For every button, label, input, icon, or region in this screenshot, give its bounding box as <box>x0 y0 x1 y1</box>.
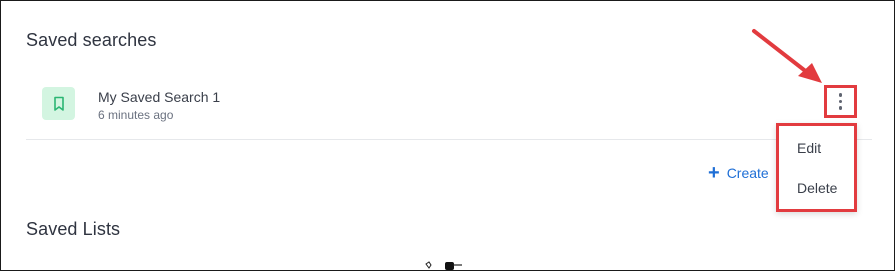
saved-search-row[interactable]: My Saved Search 1 6 minutes ago <box>26 81 872 140</box>
more-options-button[interactable] <box>824 85 857 118</box>
kebab-icon <box>838 93 843 110</box>
saved-searches-panel: Saved searches My Saved Search 1 6 minut… <box>0 0 895 271</box>
create-label: Create <box>726 165 769 181</box>
saved-lists-heading: Saved Lists <box>26 219 121 239</box>
bookmark-icon <box>42 87 75 120</box>
saved-search-name[interactable]: My Saved Search 1 <box>98 89 220 105</box>
menu-item-delete[interactable]: Delete <box>797 180 837 196</box>
plus-icon: + <box>708 162 720 184</box>
saved-search-timestamp: 6 minutes ago <box>98 108 174 122</box>
annotation-arrow-icon <box>752 29 822 83</box>
create-saved-search-link[interactable]: + Create <box>708 162 769 184</box>
saved-searches-heading: Saved searches <box>26 30 157 50</box>
cursor-icon <box>425 261 462 270</box>
menu-item-edit[interactable]: Edit <box>797 140 821 156</box>
options-dropdown-menu: Edit Delete <box>776 123 857 212</box>
